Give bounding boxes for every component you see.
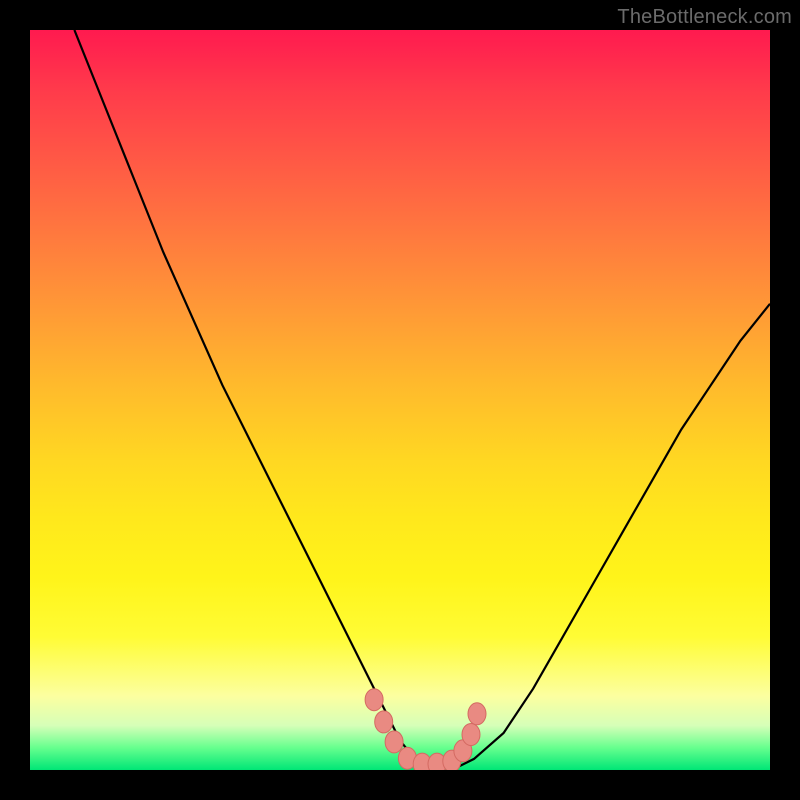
- bottleneck-curve: [74, 30, 770, 766]
- curve-marker: [375, 711, 393, 733]
- curve-marker: [385, 731, 403, 753]
- curve-svg: [30, 30, 770, 770]
- plot-area: [30, 30, 770, 770]
- curve-marker: [462, 724, 480, 746]
- chart-frame: TheBottleneck.com: [0, 0, 800, 800]
- curve-marker: [398, 747, 416, 769]
- curve-marker: [413, 753, 431, 770]
- watermark-text: TheBottleneck.com: [617, 6, 792, 29]
- curve-marker: [443, 750, 461, 770]
- curve-marker: [365, 689, 383, 711]
- curve-marker: [428, 753, 446, 770]
- curve-marker: [468, 703, 486, 725]
- curve-marker: [454, 740, 472, 762]
- marker-group: [365, 689, 486, 770]
